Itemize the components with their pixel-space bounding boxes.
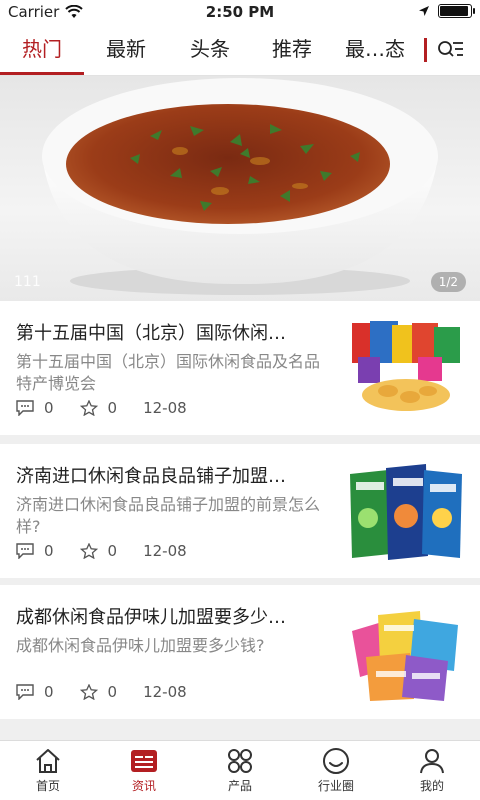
news-title: 第十五届中国（北京）国际休闲… [16,323,286,344]
like-count: 0 [79,542,118,560]
news-date: 12-08 [143,683,187,701]
tab-latest-updates[interactable]: 最…态 [333,24,417,75]
news-item[interactable]: 济南进口休闲食品良品铺子加盟… 济南进口休闲食品良品铺子加盟的前景怎么样? 0 … [0,444,480,578]
category-tabs: 热门 最新 头条 推荐 最…态 [0,24,480,76]
news-date: 12-08 [143,399,187,417]
tabbar-label: 资讯 [131,779,156,793]
comment-icon [16,400,34,416]
star-icon [79,400,98,416]
news-thumbnail [348,460,464,564]
tabbar-profile[interactable]: 我的 [384,747,480,794]
battery-icon [438,4,475,18]
comment-icon [16,543,34,559]
banner-caption: 111 [14,274,41,290]
location-arrow-icon [419,6,429,16]
comment-count-value: 0 [44,542,54,560]
news-summary: 成都休闲食品伊味儿加盟要多少钱? [16,636,265,655]
like-count: 0 [79,683,118,701]
tabbar-community[interactable]: 行业圈 [288,747,384,794]
category-menu-icon[interactable] [436,38,464,62]
comment-count: 0 [16,542,54,560]
news-date: 12-08 [143,542,187,560]
banner-image [42,78,438,295]
news-thumbnail [348,317,464,421]
tab-recommended[interactable]: 推荐 [250,24,334,75]
news-summary: 济南进口休闲食品良品铺子加盟的前景怎么样? [16,495,321,536]
news-meta: 0 0 12-08 [16,399,187,417]
banner-carousel[interactable]: 111 1/2 [0,76,480,301]
battery-level [440,6,468,16]
like-count-value: 0 [107,542,118,560]
tab-hot[interactable]: 热门 [0,24,84,75]
news-item[interactable]: 第十五届中国（北京）国际休闲… 第十五届中国（北京）国际休闲食品及名品特产博览会… [0,301,480,435]
active-tab-indicator [0,72,84,75]
tabbar-label: 首页 [35,779,60,793]
tabbar-home[interactable]: 首页 [0,747,96,794]
like-count-value: 0 [107,683,118,701]
news-icon [131,750,157,772]
news-meta: 0 0 12-08 [16,542,187,560]
profile-icon [420,749,444,774]
star-icon [79,684,98,700]
tabbar-label: 我的 [419,779,444,793]
comment-count-value: 0 [44,399,54,417]
bottom-tab-bar: 首页 资讯 产品 行业圈 我的 [0,740,480,800]
news-title: 济南进口休闲食品良品铺子加盟… [16,466,286,487]
news-item[interactable]: 成都休闲食品伊味儿加盟要多少… 成都休闲食品伊味儿加盟要多少钱? 0 0 12-… [0,585,480,719]
status-right [418,4,475,18]
like-count: 0 [79,399,118,417]
home-icon [36,749,60,773]
products-icon [228,749,252,773]
tabbar-label: 行业圈 [317,779,354,793]
comment-count: 0 [16,399,54,417]
like-count-value: 0 [107,399,118,417]
tabbar-products[interactable]: 产品 [192,747,288,794]
star-icon [79,543,98,559]
tab-headlines[interactable]: 头条 [168,24,252,75]
comment-icon [16,684,34,700]
tab-latest[interactable]: 最新 [84,24,168,75]
tabbar-news[interactable]: 资讯 [96,747,192,794]
tabbar-label: 产品 [227,779,252,793]
news-thumbnail [348,601,464,705]
comment-count-value: 0 [44,683,54,701]
news-summary: 第十五届中国（北京）国际休闲食品及名品特产博览会 [16,352,321,393]
banner-page-counter: 1/2 [430,272,466,292]
comment-count: 0 [16,683,54,701]
status-time: 2:50 PM [205,3,275,21]
community-icon [323,748,349,774]
status-bar: Carrier 2:50 PM [0,0,480,24]
news-title: 成都休闲食品伊味儿加盟要多少… [16,607,286,628]
tab-divider [424,38,427,62]
news-meta: 0 0 12-08 [16,683,187,701]
